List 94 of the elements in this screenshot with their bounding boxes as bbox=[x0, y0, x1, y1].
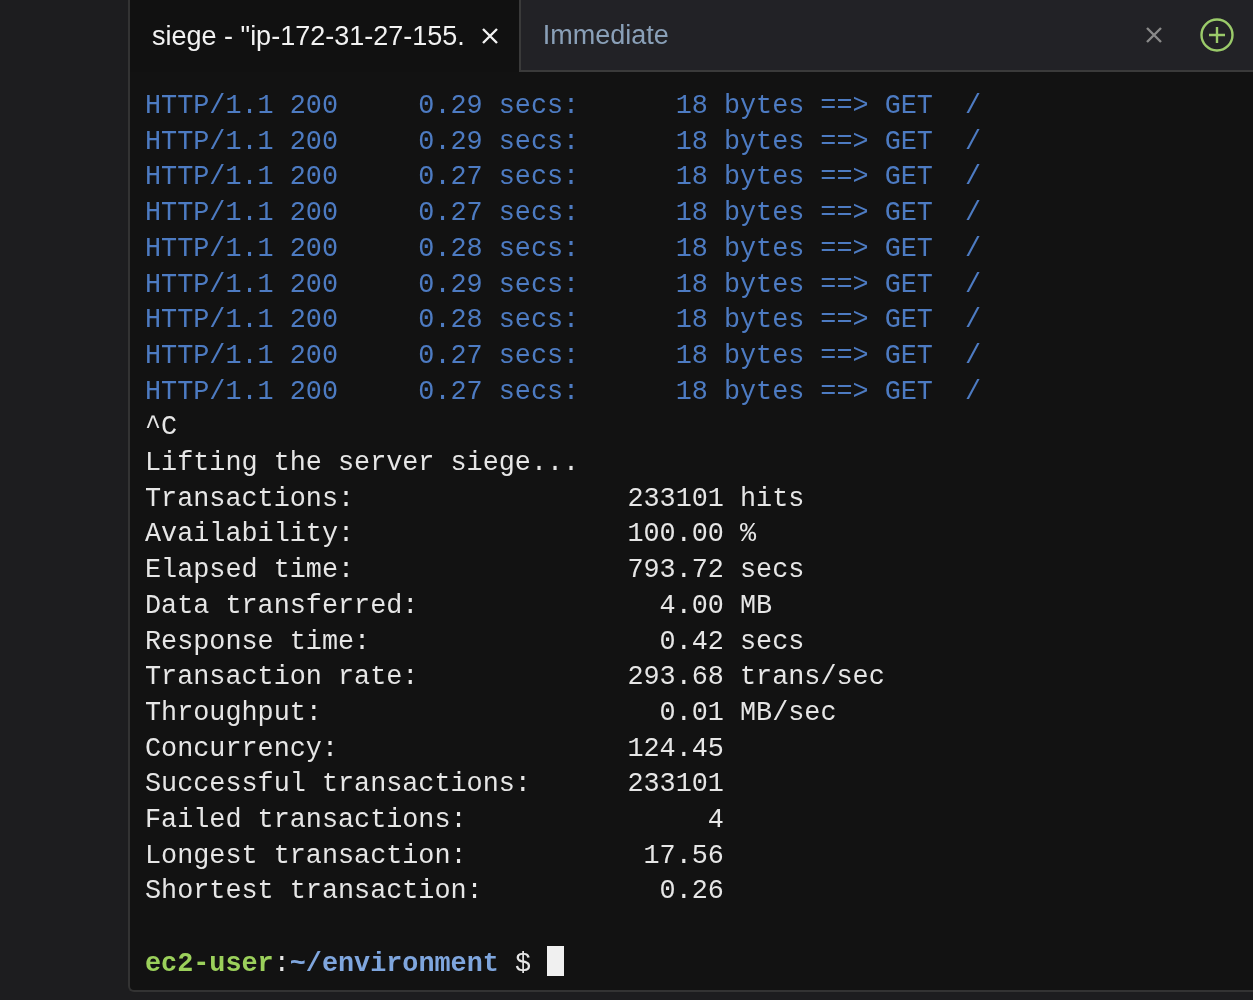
log-size: 18 bytes bbox=[675, 90, 806, 123]
log-arrow: ==> bbox=[820, 125, 870, 159]
stat-value: 0.01 bbox=[658, 696, 724, 730]
stat-unit: hits bbox=[739, 482, 806, 516]
log-path: / bbox=[965, 232, 983, 266]
log-status: HTTP/1.1 200 bbox=[145, 375, 339, 409]
log-method: GET bbox=[884, 197, 934, 231]
stat-value: 4 bbox=[706, 804, 724, 838]
stat-value: 233101 bbox=[627, 768, 724, 802]
stat-label: Availability: bbox=[145, 518, 356, 552]
log-path: / bbox=[965, 90, 983, 123]
log-arrow: ==> bbox=[820, 268, 870, 302]
stat-value: 233101 bbox=[627, 482, 724, 516]
log-arrow: ==> bbox=[820, 375, 870, 409]
stat-unit: secs bbox=[739, 625, 806, 659]
log-size: 18 bytes bbox=[675, 304, 806, 338]
log-method: GET bbox=[884, 232, 934, 266]
log-method: GET bbox=[884, 375, 934, 409]
log-time: 0.28 secs: bbox=[418, 304, 581, 338]
log-size: 18 bytes bbox=[675, 339, 806, 373]
log-time: 0.27 secs: bbox=[418, 197, 581, 231]
prompt-user: ec2-user bbox=[145, 948, 274, 979]
log-arrow: ==> bbox=[820, 339, 870, 373]
log-status: HTTP/1.1 200 bbox=[145, 197, 339, 231]
stat-value: 293.68 bbox=[627, 661, 724, 695]
stat-value: 4.00 bbox=[658, 589, 724, 623]
log-arrow: ==> bbox=[820, 90, 870, 123]
log-arrow: ==> bbox=[820, 232, 870, 266]
stat-value: 0.42 bbox=[658, 625, 724, 659]
log-status: HTTP/1.1 200 bbox=[145, 268, 339, 302]
prompt-path: ~/environment bbox=[289, 948, 499, 979]
log-path: / bbox=[965, 161, 983, 195]
log-method: GET bbox=[884, 304, 934, 338]
stat-label: Transaction rate: bbox=[145, 661, 420, 695]
log-path: / bbox=[965, 375, 983, 409]
stat-label: Failed transactions: bbox=[145, 804, 468, 838]
stat-unit: secs bbox=[739, 554, 806, 588]
log-path: / bbox=[965, 339, 983, 373]
log-arrow: ==> bbox=[820, 304, 870, 338]
log-method: GET bbox=[884, 125, 934, 159]
stat-label: Longest transaction: bbox=[145, 839, 468, 873]
log-size: 18 bytes bbox=[675, 197, 806, 231]
log-path: / bbox=[965, 304, 983, 338]
log-status: HTTP/1.1 200 bbox=[145, 339, 339, 373]
log-time: 0.28 secs: bbox=[418, 232, 581, 266]
terminal-tab[interactable]: Immediate bbox=[518, 0, 1253, 72]
log-size: 18 bytes bbox=[675, 268, 806, 302]
stat-unit: MB bbox=[739, 589, 774, 623]
stat-value: 0.26 bbox=[658, 875, 724, 909]
log-arrow: ==> bbox=[820, 161, 870, 195]
stat-label: Shortest transaction: bbox=[145, 875, 484, 909]
log-method: GET bbox=[884, 339, 934, 373]
log-size: 18 bytes bbox=[675, 161, 806, 195]
log-time: 0.27 secs: bbox=[418, 161, 581, 195]
stat-label: Data transferred: bbox=[145, 589, 420, 623]
log-time: 0.27 secs: bbox=[418, 339, 581, 373]
log-status: HTTP/1.1 200 bbox=[145, 161, 339, 195]
stat-unit: % bbox=[739, 518, 758, 552]
stat-value: 793.72 bbox=[627, 554, 724, 588]
log-method: GET bbox=[884, 268, 934, 302]
log-size: 18 bytes bbox=[675, 375, 806, 409]
log-method: GET bbox=[884, 90, 934, 123]
log-time: 0.29 secs: bbox=[418, 125, 581, 159]
log-time: 0.27 secs: bbox=[418, 375, 581, 409]
text-cursor bbox=[547, 945, 565, 976]
log-status: HTTP/1.1 200 bbox=[145, 125, 339, 159]
log-status: HTTP/1.1 200 bbox=[145, 90, 339, 123]
stat-unit: MB/sec bbox=[739, 696, 838, 730]
log-arrow: ==> bbox=[820, 197, 870, 231]
log-path: / bbox=[965, 197, 983, 231]
log-size: 18 bytes bbox=[675, 125, 806, 159]
log-time: 0.29 secs: bbox=[418, 268, 581, 302]
terminal-output: ^C bbox=[145, 411, 179, 445]
stat-value: 124.45 bbox=[627, 732, 724, 766]
stat-unit: trans/sec bbox=[739, 661, 886, 695]
stat-value: 17.56 bbox=[642, 839, 724, 873]
log-status: HTTP/1.1 200 bbox=[145, 304, 339, 338]
log-status: HTTP/1.1 200 bbox=[145, 232, 339, 266]
prompt-separator: : bbox=[273, 948, 290, 979]
add-tab-icon[interactable] bbox=[1199, 17, 1235, 53]
stat-value: 100.00 bbox=[627, 518, 724, 552]
stat-label: Concurrency: bbox=[145, 732, 339, 766]
stat-label: Elapsed time: bbox=[145, 554, 356, 588]
log-path: / bbox=[965, 268, 983, 302]
log-path: / bbox=[965, 125, 983, 159]
stat-label: Response time: bbox=[145, 625, 372, 659]
stat-label: Transactions: bbox=[145, 482, 356, 516]
log-size: 18 bytes bbox=[675, 232, 806, 266]
log-method: GET bbox=[884, 161, 934, 195]
stat-label: Successful transactions: bbox=[145, 768, 532, 802]
log-time: 0.29 secs: bbox=[418, 90, 581, 123]
prompt-symbol: $ bbox=[514, 948, 531, 979]
stat-label: Throughput: bbox=[145, 696, 323, 730]
terminal-output: Lifting the server siege... bbox=[145, 447, 581, 481]
